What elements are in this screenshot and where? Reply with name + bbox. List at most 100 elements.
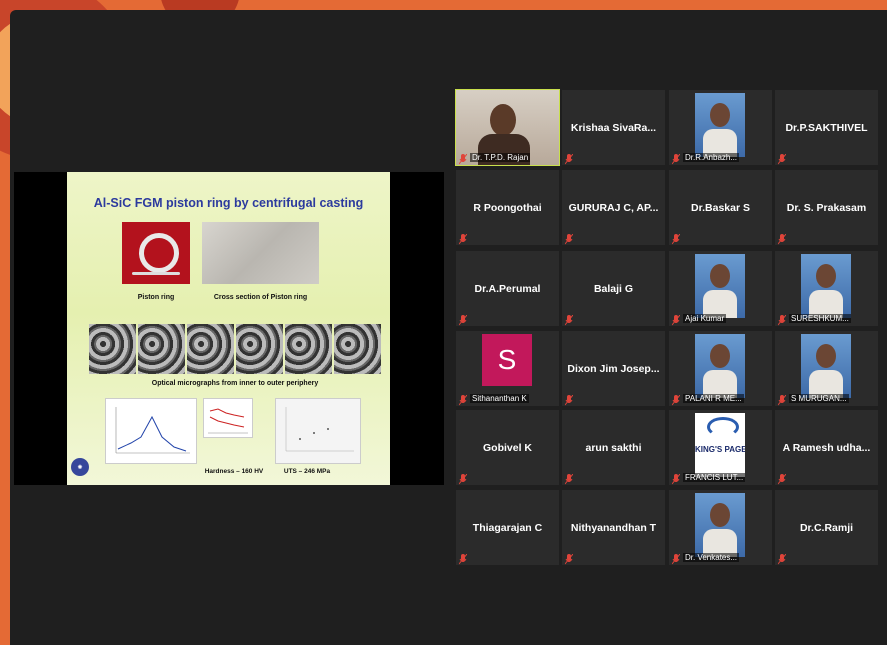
participant-tile[interactable]: Dr.P.SAKTHIVEL (775, 90, 878, 165)
participant-name: Sithananthan K (470, 394, 529, 403)
micrograph-image (89, 324, 136, 374)
participant-tile[interactable]: A Ramesh udha... (775, 410, 878, 485)
participant-tile[interactable]: Balaji G (562, 251, 665, 326)
participant-name: arun sakthi (585, 441, 642, 454)
participant-name: Dr.Baskar S (691, 201, 750, 214)
mic-muted-icon (777, 232, 787, 245)
participant-tile[interactable]: GURURAJ C, AP... (562, 170, 665, 245)
micrograph-image (236, 324, 283, 374)
participant-tile[interactable]: Thiagarajan C (456, 490, 559, 565)
mic-muted-icon (564, 552, 574, 565)
micrograph-image (187, 324, 234, 374)
piston-ring-image (122, 222, 190, 284)
participant-photo (695, 334, 745, 398)
hardness-graph (203, 398, 253, 438)
participant-tile[interactable]: Nithyanandhan T (562, 490, 665, 565)
participant-name: Dr. Venkates... (683, 553, 740, 562)
micrograph-image (138, 324, 185, 374)
mic-muted-icon (777, 552, 787, 565)
participant-name: FRANCIS LUT... (683, 473, 746, 482)
presentation-slide: Al-SiC FGM piston ring by centrifugal ca… (67, 172, 390, 485)
mic-muted-icon (777, 152, 787, 165)
participant-name: Dr. S. Prakasam (786, 201, 867, 214)
uts-graph (275, 398, 361, 464)
mic-muted-icon (671, 152, 681, 165)
participant-tile[interactable]: Dr.Baskar S (669, 170, 772, 245)
participant-photo (801, 334, 851, 398)
mic-muted-icon (671, 393, 681, 406)
mic-muted-icon (564, 472, 574, 485)
participant-name: PALANI R ME... (683, 394, 744, 403)
participant-photo (801, 254, 851, 318)
participant-name: GURURAJ C, AP... (568, 201, 659, 214)
participant-tile[interactable]: Dixon Jim Josep... (562, 331, 665, 406)
participant-tile[interactable]: PALANI R ME... (669, 331, 772, 406)
mic-muted-icon (458, 393, 468, 406)
mic-muted-icon (777, 393, 787, 406)
mic-muted-icon (671, 313, 681, 326)
participant-name: Thiagarajan C (472, 521, 543, 534)
participant-name: Dr.A.Perumal (474, 282, 541, 295)
volume-fraction-graph (105, 398, 197, 464)
participant-tile[interactable]: S Sithananthan K (456, 331, 559, 406)
mic-muted-icon (671, 552, 681, 565)
mic-muted-icon (458, 552, 468, 565)
mic-muted-icon (564, 152, 574, 165)
participant-tile[interactable]: Gobivel K (456, 410, 559, 485)
participant-tile[interactable]: S MURUGAN... (775, 331, 878, 406)
participant-tile[interactable]: Dr. Venkates... (669, 490, 772, 565)
participant-photo (695, 493, 745, 557)
participant-tile[interactable]: Dr.C.Ramji (775, 490, 878, 565)
caption-cross-section: Cross section of Piston ring (213, 294, 308, 301)
participant-name: Ajai Kumar (683, 314, 727, 323)
participant-tile[interactable]: Krishaa SivaRa... (562, 90, 665, 165)
participant-tile[interactable]: Dr.A.Perumal (456, 251, 559, 326)
participant-tile[interactable]: KING'S PAGE FRANCIS LUT... (669, 410, 772, 485)
mic-muted-icon (564, 393, 574, 406)
mic-muted-icon (458, 472, 468, 485)
participant-tile[interactable]: Ajai Kumar (669, 251, 772, 326)
micrograph-image (285, 324, 332, 374)
participant-name: R Poongothai (473, 201, 542, 214)
mic-muted-icon (671, 232, 681, 245)
caption-uts: UTS – 246 MPa (283, 468, 331, 475)
micrographs-strip (89, 324, 381, 374)
participant-name: Dr.C.Ramji (799, 521, 854, 534)
participant-name: S MURUGAN... (789, 394, 849, 403)
participant-name: SURESHKUM... (789, 314, 851, 323)
cross-section-image (202, 222, 319, 284)
mic-muted-icon (564, 232, 574, 245)
participant-tile[interactable]: Dr. T.P.D. Rajan (455, 89, 560, 166)
participant-name: Dixon Jim Josep... (567, 362, 660, 375)
participant-tile[interactable]: SURESHKUM... (775, 251, 878, 326)
participant-name: Balaji G (593, 282, 634, 295)
participant-avatar: S (482, 334, 532, 386)
mic-muted-icon (777, 472, 787, 485)
participant-name: Gobivel K (482, 441, 532, 454)
participant-tile[interactable]: R Poongothai (456, 170, 559, 245)
participant-tile[interactable]: arun sakthi (562, 410, 665, 485)
caption-hardness: Hardness – 160 HV (204, 468, 264, 475)
mic-muted-icon (458, 313, 468, 326)
mic-muted-icon (777, 313, 787, 326)
mic-muted-icon (458, 152, 468, 165)
participant-name: A Ramesh udha... (782, 441, 871, 454)
participant-name: Dr.R.Anbazh... (683, 153, 740, 162)
participant-name: Dr. T.P.D. Rajan (470, 153, 531, 162)
participant-tile[interactable]: Dr.R.Anbazh... (669, 90, 772, 165)
participant-name: Krishaa SivaRa... (570, 121, 657, 134)
mic-muted-icon (564, 313, 574, 326)
participant-tile[interactable]: Dr. S. Prakasam (775, 170, 878, 245)
participant-photo (695, 254, 745, 318)
caption-micrographs: Optical micrographs from inner to outer … (151, 380, 319, 387)
institute-logo: ✺ (71, 458, 89, 476)
participant-photo (695, 93, 745, 157)
mic-muted-icon (671, 472, 681, 485)
participant-name: Dr.P.SAKTHIVEL (785, 121, 868, 134)
mic-muted-icon (458, 232, 468, 245)
micrograph-image (334, 324, 381, 374)
caption-piston-ring: Piston ring (137, 294, 175, 301)
participant-name: Nithyanandhan T (570, 521, 657, 534)
company-logo: KING'S PAGE (695, 413, 745, 477)
slide-title: Al-SiC FGM piston ring by centrifugal ca… (93, 196, 364, 210)
